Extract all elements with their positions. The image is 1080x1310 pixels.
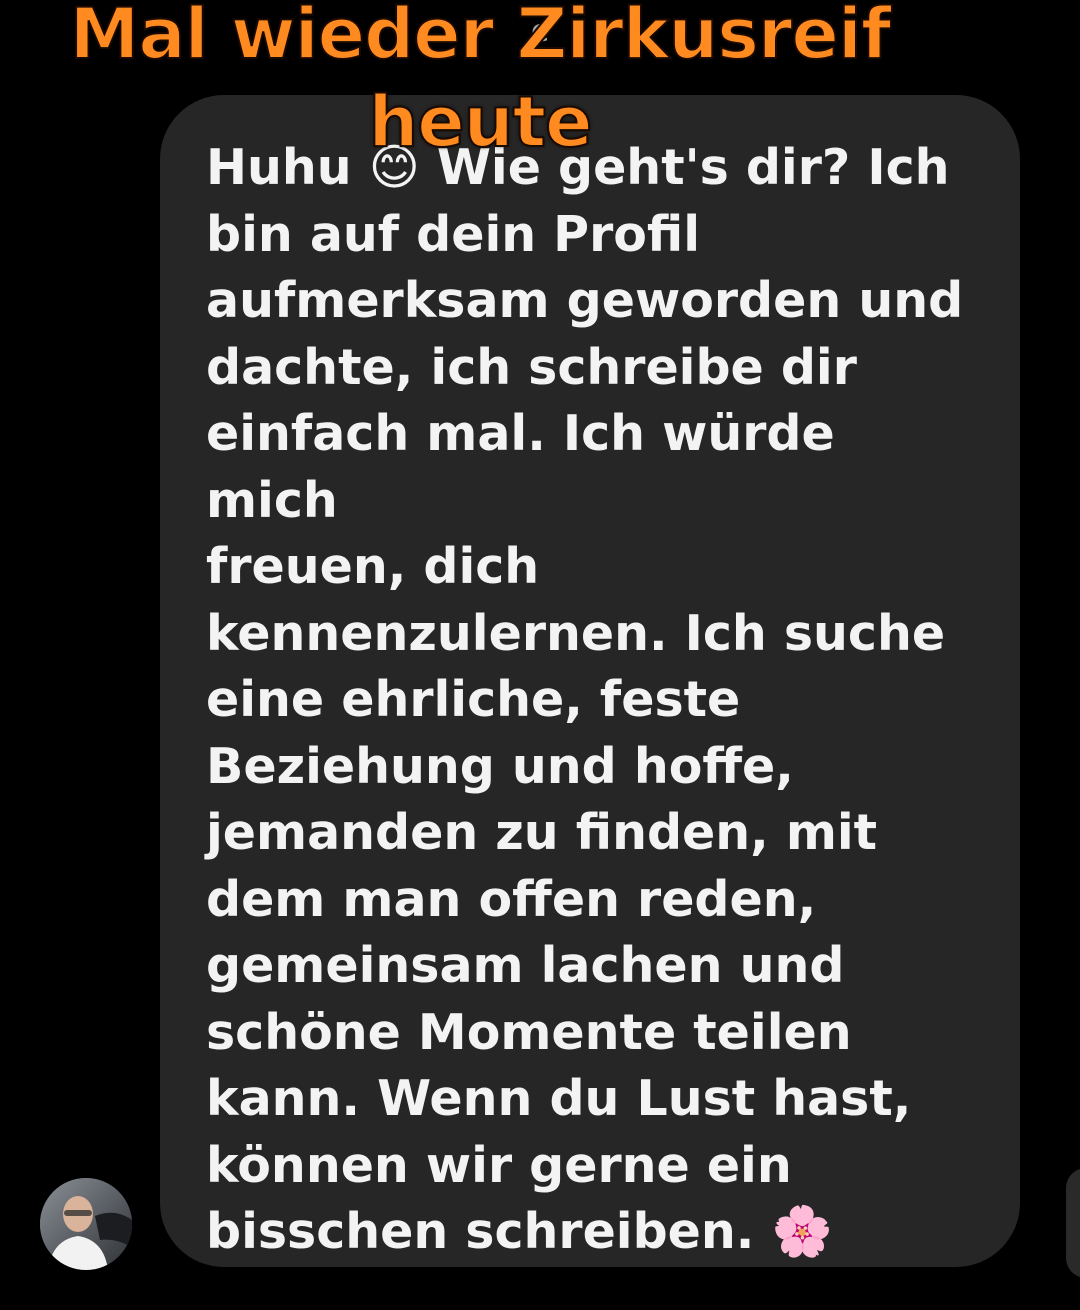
avatar-photo-icon bbox=[40, 1178, 132, 1270]
message-line: schöne Momente teilen bbox=[206, 1003, 852, 1061]
message-line: einfach mal. Ich würde mich bbox=[206, 405, 852, 529]
side-edge-element bbox=[1066, 1168, 1080, 1278]
message-line: können wir gerne ein bbox=[206, 1136, 792, 1194]
message-line: kann. Wenn du Lust hast, bbox=[206, 1070, 912, 1127]
overlay-caption: Mal wieder Zirkusreif heute bbox=[0, 0, 1080, 164]
overlay-caption-line-2: heute bbox=[367, 80, 593, 164]
overlay-caption-line-1: Mal wieder Zirkusreif bbox=[69, 0, 893, 76]
message-line: dem man offen reden, bbox=[206, 870, 817, 928]
message-line: dachte, ich schreibe dir bbox=[206, 338, 857, 396]
message-line: bisschen schreiben. 🌸 bbox=[206, 1203, 833, 1260]
message-line: gemeinsam lachen und bbox=[206, 937, 845, 994]
message-line: bin auf dein Profil bbox=[206, 205, 701, 263]
message-line: Beziehung und hoffe, bbox=[206, 737, 794, 795]
message-line: aufmerksam geworden und bbox=[206, 272, 964, 329]
sender-avatar[interactable] bbox=[40, 1178, 132, 1270]
incoming-message-bubble[interactable]: Huhu 😊 Wie geht's dir? Ich bin auf dein P… bbox=[160, 95, 1020, 1267]
message-line: freuen, dich bbox=[206, 538, 540, 595]
message-line: eine ehrliche, feste bbox=[206, 671, 741, 728]
message-text: Huhu 😊 Wie geht's dir? Ich bin auf dein P… bbox=[206, 135, 980, 1266]
message-line: kennenzulernen. Ich suche bbox=[206, 604, 946, 662]
message-line: jemanden zu finden, mit bbox=[206, 804, 878, 861]
